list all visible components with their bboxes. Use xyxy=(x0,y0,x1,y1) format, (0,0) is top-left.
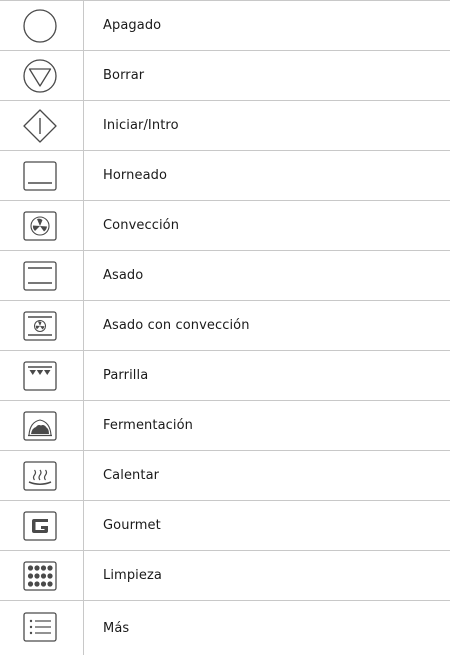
legend-row-start: Iniciar/Intro xyxy=(0,100,450,150)
legend-row-more: Más xyxy=(0,600,450,655)
legend-row-off: Apagado xyxy=(0,0,450,50)
legend-row-broil: Asado xyxy=(0,250,450,300)
icon-cell xyxy=(0,501,84,550)
legend-label: Apagado xyxy=(103,18,162,33)
legend-label: Borrar xyxy=(103,68,145,83)
gourmet-icon xyxy=(23,511,57,541)
grill-icon xyxy=(23,361,57,391)
clear-triangle-icon xyxy=(23,59,57,93)
convection-fan-icon xyxy=(23,211,57,241)
icon-cell xyxy=(0,251,84,300)
icon-cell xyxy=(0,351,84,400)
icon-cell xyxy=(0,1,84,50)
icon-cell xyxy=(0,451,84,500)
legend-label: Asado xyxy=(103,268,144,283)
icon-cell xyxy=(0,51,84,100)
broil-icon xyxy=(23,261,57,291)
legend-row-grill: Parrilla xyxy=(0,350,450,400)
legend-row-proof: Fermentación xyxy=(0,400,450,450)
start-diamond-icon xyxy=(23,109,57,143)
legend-row-bake: Horneado xyxy=(0,150,450,200)
oven-control-legend: Apagado Borrar Iniciar/Intro Horneado Co… xyxy=(0,0,450,655)
bake-icon xyxy=(23,161,57,191)
legend-label: Fermentación xyxy=(103,418,193,433)
legend-row-clear: Borrar xyxy=(0,50,450,100)
legend-row-convection-broil: Asado con convección xyxy=(0,300,450,350)
legend-row-warm: Calentar xyxy=(0,450,450,500)
legend-row-gourmet: Gourmet xyxy=(0,500,450,550)
legend-label: Más xyxy=(103,620,130,636)
icon-cell xyxy=(0,101,84,150)
legend-label: Gourmet xyxy=(103,518,161,533)
legend-label: Limpieza xyxy=(103,568,162,583)
proof-bread-icon xyxy=(23,411,57,441)
legend-label: Parrilla xyxy=(103,368,149,383)
warm-icon xyxy=(23,461,57,491)
convection-broil-icon xyxy=(23,311,57,341)
icon-cell xyxy=(0,401,84,450)
icon-cell xyxy=(0,301,84,350)
self-clean-icon xyxy=(23,561,57,591)
legend-row-convection: Convección xyxy=(0,200,450,250)
legend-label: Convección xyxy=(103,218,180,233)
icon-cell xyxy=(0,151,84,200)
off-circle-icon xyxy=(23,9,57,43)
icon-cell xyxy=(0,551,84,600)
legend-label: Asado con convección xyxy=(103,318,250,333)
legend-row-clean: Limpieza xyxy=(0,550,450,600)
legend-label: Calentar xyxy=(103,468,160,483)
more-menu-icon xyxy=(23,612,57,642)
icon-cell xyxy=(0,201,84,250)
legend-label: Iniciar/Intro xyxy=(103,118,179,133)
icon-cell xyxy=(0,601,84,655)
legend-label: Horneado xyxy=(103,168,168,183)
